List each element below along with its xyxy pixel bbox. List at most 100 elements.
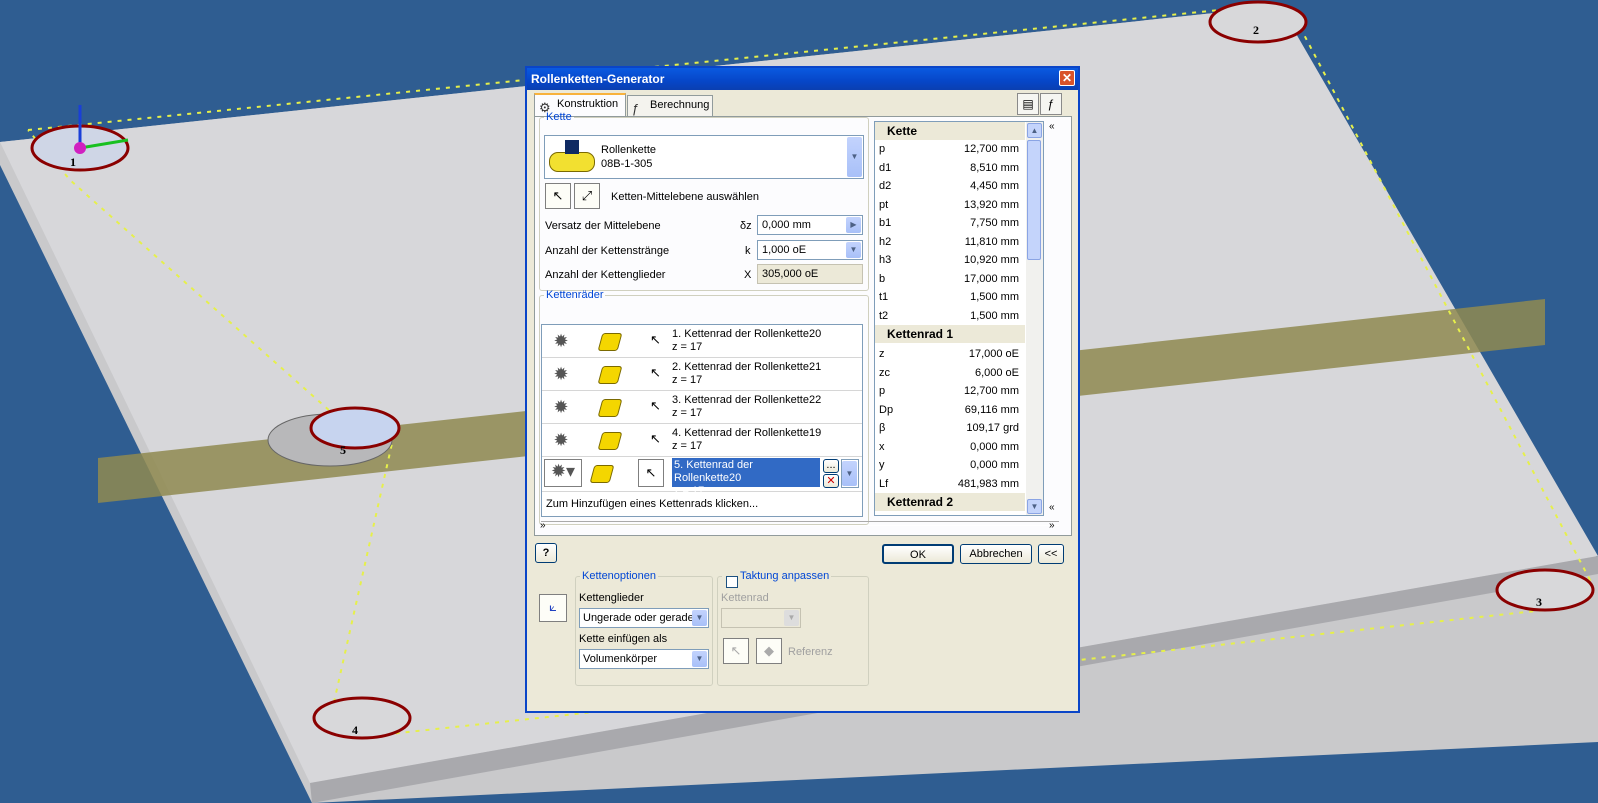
property-key: p xyxy=(879,385,886,397)
select-plane-button[interactable]: ↖ xyxy=(545,183,571,209)
chain-name: Rollenkette xyxy=(601,144,657,156)
property-value: 10,920 mm xyxy=(963,254,1019,266)
strands-select[interactable]: 1,000 oE ▼ xyxy=(757,240,863,260)
timing-reference-button[interactable]: ◆ xyxy=(756,638,782,664)
property-row: t2 1,500 mm xyxy=(875,307,1025,325)
strands-symbol: k xyxy=(745,245,751,257)
formula-toggle-icon[interactable]: ƒ xyxy=(1040,93,1062,115)
placement-icon xyxy=(597,333,623,351)
collapse-panel-icon[interactable]: « xyxy=(1049,502,1055,513)
more-button[interactable]: ... xyxy=(823,459,839,473)
sprocket-1[interactable]: 1 xyxy=(30,105,130,172)
dialog-titlebar[interactable]: Rollenketten-Generator ✕ xyxy=(527,68,1078,90)
property-value: 1,500 mm xyxy=(970,291,1019,303)
expand-icon[interactable]: » xyxy=(1049,520,1055,531)
cancel-button[interactable]: Abbrechen xyxy=(960,544,1032,564)
property-row: pt 13,920 mm xyxy=(875,196,1025,214)
chain-type-combo[interactable]: Rollenkette 08B-1-305 ▼ xyxy=(544,135,864,179)
scrollbar-thumb[interactable] xyxy=(1027,140,1041,260)
cursor-arrow-icon: ↖ xyxy=(650,431,661,446)
flip-plane-button[interactable]: ⤢ xyxy=(574,183,600,209)
property-row: h3 10,920 mm xyxy=(875,251,1025,269)
property-row: b 17,000 mm xyxy=(875,270,1025,288)
chevron-up-icon[interactable]: ▲ xyxy=(1027,123,1042,138)
sprocket-2[interactable]: 2 xyxy=(1208,0,1308,44)
placement-icon xyxy=(597,432,623,450)
timing-sprocket-select[interactable]: ▼ xyxy=(721,608,801,628)
sprocket-title: 4. Kettenrad der Rollenkette19 z = 17 xyxy=(672,427,822,452)
cursor-arrow-icon: ↖ xyxy=(650,332,661,347)
close-button[interactable]: ✕ xyxy=(1059,70,1075,86)
property-row: x 0,000 mm xyxy=(875,438,1025,456)
insert-as-label: Kette einfügen als xyxy=(579,633,668,645)
collapse-button[interactable]: << xyxy=(1038,544,1064,564)
sprocket-list: ✹ ↖ 1. Kettenrad der Rollenkette20 z = 17… xyxy=(541,324,863,517)
sprocket-3[interactable]: 3 xyxy=(1495,568,1595,612)
offset-input[interactable]: 0,000 mm ▶ xyxy=(757,215,863,235)
property-value: 7,750 mm xyxy=(970,217,1019,229)
property-key: t2 xyxy=(879,309,889,322)
help-button[interactable]: ? xyxy=(535,543,557,563)
reference-icon: ◆ xyxy=(764,643,774,658)
timing-group: Taktung anpassen xyxy=(717,570,869,686)
coordinate-system-icon[interactable]: ⟀ xyxy=(539,594,567,622)
sprocket-icon: ✹ xyxy=(553,331,569,351)
svg-text:1: 1 xyxy=(70,155,76,169)
list-item[interactable]: ✹ ↖ 1. Kettenrad der Rollenkette20 z = 17 xyxy=(542,325,862,358)
sprocket-icon[interactable]: ✹▾ xyxy=(544,459,582,487)
delete-icon[interactable]: ✕ xyxy=(823,474,839,488)
links-label: Anzahl der Kettenglieder xyxy=(545,269,666,281)
insert-as-select[interactable]: Volumenkörper ▼ xyxy=(579,649,709,669)
sprocket-4[interactable]: 4 xyxy=(312,696,412,740)
list-item-selected[interactable]: ✹▾ ↖ 5. Kettenrad der Rollenkette20 z = 1… xyxy=(542,457,862,497)
cursor-arrow-icon: ↖ xyxy=(650,365,661,380)
svg-text:2: 2 xyxy=(1253,23,1259,37)
sprocket-icon: ✹ xyxy=(553,397,569,417)
sprockets-group-legend: Kettenräder xyxy=(546,289,604,301)
list-item[interactable]: ✹ ↖ 2. Kettenrad der Rollenkette21 z = 17 xyxy=(542,358,862,391)
property-value: 0,000 mm xyxy=(970,459,1019,471)
property-key: b1 xyxy=(879,217,892,229)
roller-chain-generator-dialog: Rollenketten-Generator ✕ ⚙ Konstruktion … xyxy=(525,66,1080,713)
ok-button[interactable]: OK xyxy=(882,544,954,564)
chevron-down-icon: ▼ xyxy=(692,610,707,626)
chain-links-select[interactable]: Ungerade oder gerade ▼ xyxy=(579,608,709,628)
property-key: Lf xyxy=(879,477,889,490)
properties-panel: Kette p 12,700 mm d1 8,510 mm d2 4,450 mm pt 13… xyxy=(874,121,1044,516)
file-naming-icon[interactable]: ▤ xyxy=(1017,93,1039,115)
chevron-right-icon[interactable]: ▶ xyxy=(846,217,861,233)
timing-select-button[interactable]: ↖ xyxy=(723,638,749,664)
expand-icon[interactable]: » xyxy=(540,520,546,531)
cursor-arrow-icon: ↖ xyxy=(552,188,564,203)
property-value: 11,810 mm xyxy=(964,235,1019,248)
property-value: 6,000 oE xyxy=(974,366,1019,379)
sprocket-icon: ✹ xyxy=(553,364,569,384)
timing-checkbox[interactable] xyxy=(726,576,738,588)
property-row: z 17,000 oE xyxy=(875,345,1025,363)
placement-icon[interactable] xyxy=(589,465,615,483)
chevron-down-icon: ▼ xyxy=(692,651,707,667)
list-item[interactable]: ✹ ↖ 4. Kettenrad der Rollenkette19 z = 17 xyxy=(542,424,862,457)
chain-code: 08B-1-305 xyxy=(601,158,653,170)
sprocket-icon: ✹ xyxy=(553,430,569,450)
property-row: zc 6,000 oE xyxy=(875,364,1025,382)
timing-sprocket-label: Kettenrad xyxy=(721,592,769,604)
property-row: y 0,000 mm xyxy=(875,456,1025,474)
select-plane-label: Ketten-Mittelebene auswählen xyxy=(611,191,759,203)
chevron-down-icon[interactable]: ▼ xyxy=(1027,499,1042,514)
tab-berechnung-label: Berechnung xyxy=(650,99,710,111)
property-key: pt xyxy=(879,198,889,211)
property-row: t1 1,500 mm xyxy=(875,288,1025,306)
property-row: h2 11,810 mm xyxy=(875,233,1025,251)
property-value: 8,510 mm xyxy=(970,161,1019,174)
links-readonly-field: 305,000 oE xyxy=(757,264,863,284)
properties-scrollbar[interactable]: ▲ ▼ xyxy=(1026,122,1043,515)
row-dropdown[interactable]: ▼ xyxy=(841,459,859,488)
options-area: ⟀ Kettenoptionen Kettenglieder Ungerade … xyxy=(534,570,1072,692)
add-sprocket-hint[interactable]: Zum Hinzufügen eines Kettenrads klicken.… xyxy=(546,498,758,510)
cursor-arrow-icon[interactable]: ↖ xyxy=(638,459,664,487)
collapse-panel-icon[interactable]: « xyxy=(1049,121,1055,132)
property-key: β xyxy=(879,422,886,434)
chevron-down-icon: ▼ xyxy=(784,610,799,626)
list-item[interactable]: ✹ ↖ 3. Kettenrad der Rollenkette22 z = 17 xyxy=(542,391,862,424)
